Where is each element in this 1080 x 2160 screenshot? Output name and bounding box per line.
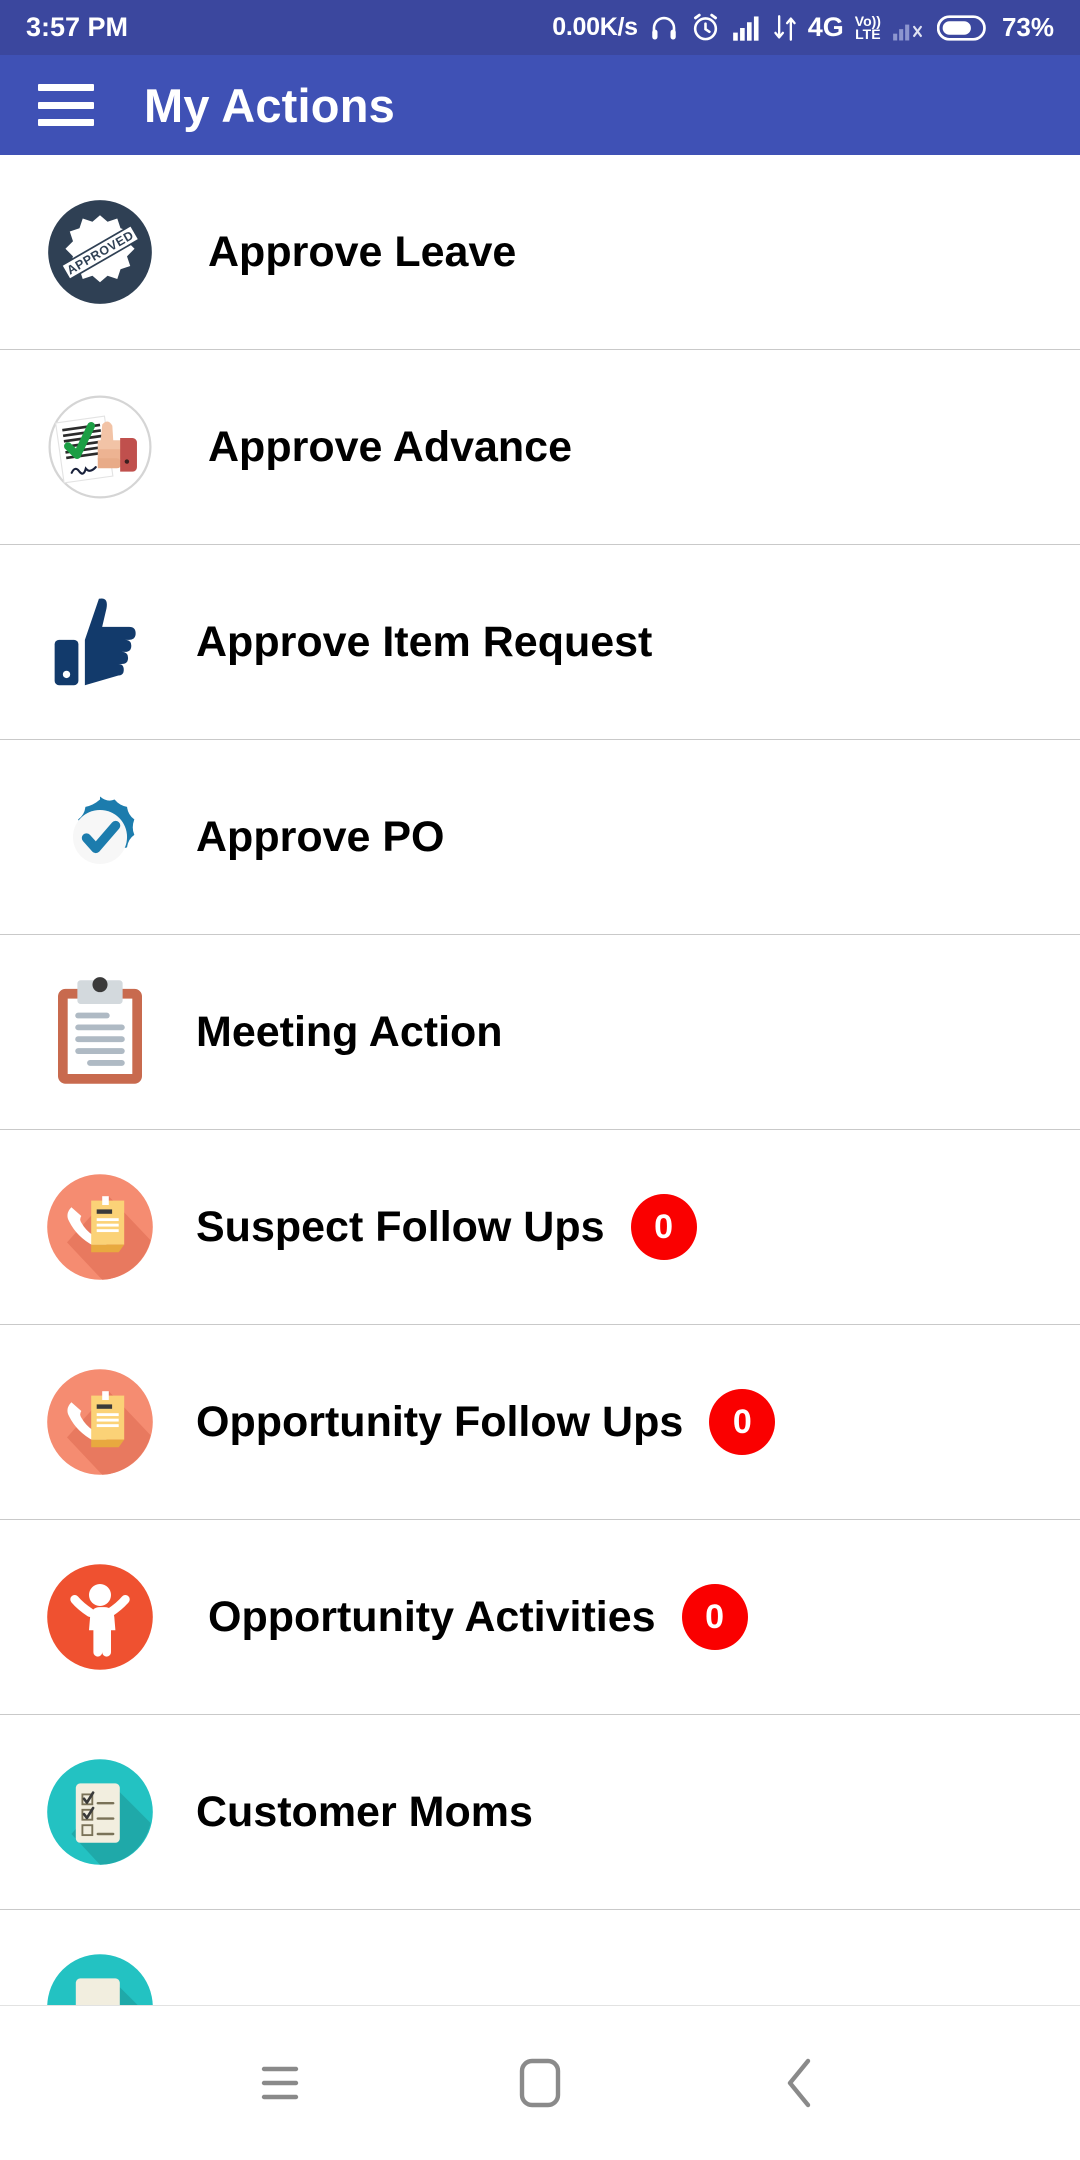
list-item-label: Approve Leave — [208, 227, 517, 276]
back-icon[interactable] — [760, 2043, 840, 2123]
list-item-label: Opportunity Follow Ups — [196, 1397, 684, 1446]
list-item-label: Approve PO — [196, 812, 445, 861]
app-bar: My Actions — [0, 55, 1080, 155]
sim2-no-service-icon — [892, 15, 926, 41]
headphones-icon — [649, 13, 679, 43]
list-item-label: Approve Advance — [208, 422, 573, 471]
volte-icon: Vo)) LTE — [855, 14, 881, 42]
system-navigation-bar — [0, 2005, 1080, 2160]
page-title: My Actions — [144, 78, 395, 132]
status-badge: 0 — [630, 1194, 697, 1260]
approved-stamp-icon: APPROVED — [40, 192, 160, 312]
list-item-label: Opportunity Activities — [208, 1592, 656, 1641]
recents-icon[interactable] — [240, 2043, 320, 2123]
verified-badge-icon — [40, 777, 160, 897]
hamburger-menu-icon[interactable] — [38, 84, 94, 126]
list-item-opportunity-follow-ups[interactable]: Opportunity Follow Ups 0 — [0, 1325, 1080, 1520]
data-transfer-icon — [773, 14, 797, 42]
status-bar-right: 0.00K/s 4G Vo)) LTE 73% — [552, 12, 1054, 43]
checklist-icon — [40, 1947, 160, 2005]
status-badge: 0 — [681, 1584, 748, 1650]
list-item-approve-item-request[interactable]: Approve Item Request — [0, 545, 1080, 740]
hamburger-line — [38, 101, 94, 109]
signal-bars-icon — [732, 15, 762, 41]
list-item-opportunity-activities[interactable]: Opportunity Activities 0 — [0, 1520, 1080, 1715]
list-item-partial-next[interactable] — [0, 1910, 1080, 2005]
status-badge: 0 — [709, 1389, 776, 1455]
hamburger-line — [38, 119, 94, 126]
actions-list[interactable]: APPROVED Approve Leave Approve Advance A… — [0, 155, 1080, 2005]
thumbs-up-document-icon — [40, 387, 160, 507]
alarm-clock-icon — [690, 12, 721, 43]
battery-icon — [936, 14, 989, 42]
status-bar-clock: 3:57 PM — [26, 12, 129, 42]
clipboard-icon — [40, 972, 160, 1092]
list-item-customer-moms[interactable]: Customer Moms — [0, 1715, 1080, 1910]
list-item-label: Customer Moms — [196, 1787, 533, 1836]
network-type-label: 4G — [807, 12, 844, 42]
phone-note-icon — [40, 1362, 160, 1482]
list-item-label: Meeting Action — [196, 1007, 503, 1056]
checklist-icon — [40, 1752, 160, 1872]
thumbs-up-icon — [40, 582, 160, 702]
person-raised-arms-icon — [40, 1557, 160, 1677]
phone-note-icon — [40, 1167, 160, 1287]
status-bar: 3:57 PM 0.00K/s 4G Vo)) LTE 73% — [0, 0, 1080, 55]
list-item-approve-po[interactable]: Approve PO — [0, 740, 1080, 935]
list-item-label: Suspect Follow Ups — [196, 1202, 605, 1251]
home-icon[interactable] — [500, 2043, 580, 2123]
list-item-approve-advance[interactable]: Approve Advance — [0, 350, 1080, 545]
phone-screen: 3:57 PM 0.00K/s 4G Vo)) LTE 73% My Actio… — [0, 0, 1080, 2160]
list-item-approve-leave[interactable]: APPROVED Approve Leave — [0, 155, 1080, 350]
status-bar-left: 3:57 PM — [26, 12, 128, 43]
battery-percent-text: 73% — [1001, 12, 1054, 42]
hamburger-line — [38, 84, 94, 91]
list-item-suspect-follow-ups[interactable]: Suspect Follow Ups 0 — [0, 1130, 1080, 1325]
list-item-meeting-action[interactable]: Meeting Action — [0, 935, 1080, 1130]
volte-bottom-text: LTE — [855, 25, 881, 42]
network-speed-text: 0.00K/s — [552, 13, 638, 41]
list-item-label: Approve Item Request — [196, 617, 653, 666]
